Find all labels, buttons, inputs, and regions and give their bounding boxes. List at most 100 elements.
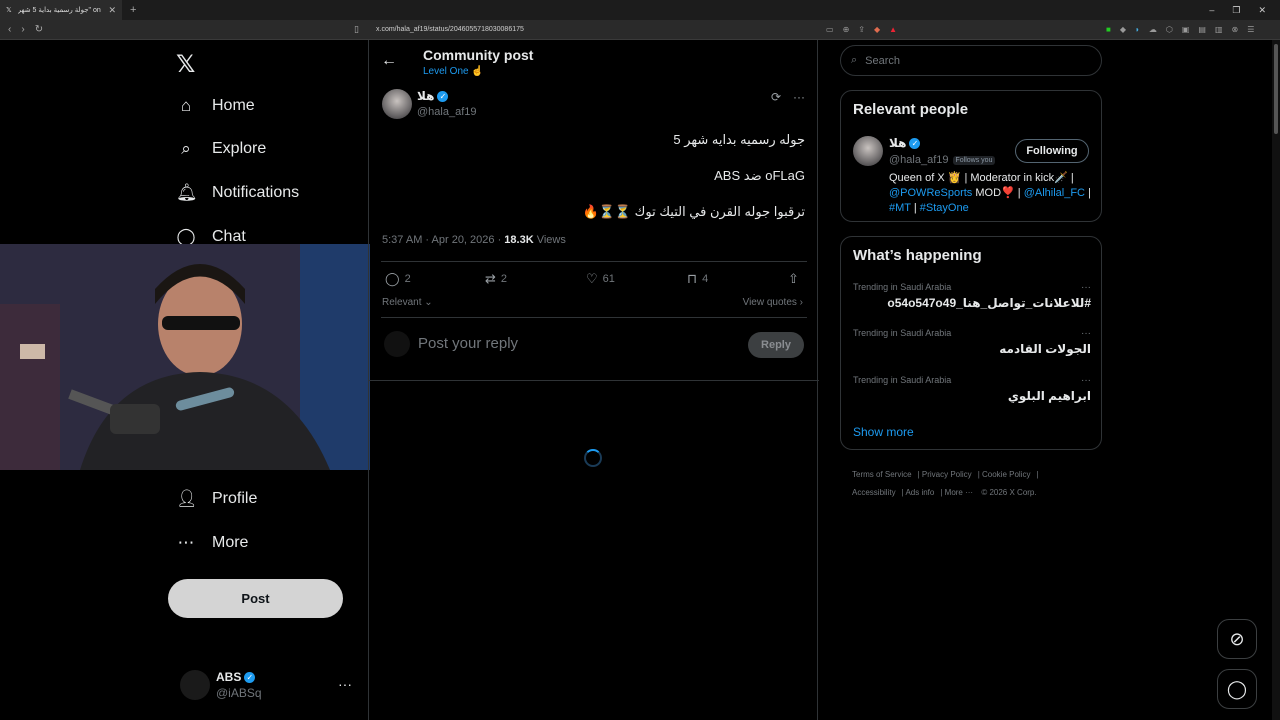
- footer-link[interactable]: Privacy Policy: [922, 470, 972, 479]
- bio-link[interactable]: @POWReSports: [889, 187, 972, 199]
- bio-link[interactable]: #StayOne: [920, 202, 969, 214]
- grok-icon: ⊘: [1229, 628, 1245, 649]
- account-name-row: ABS ✓: [216, 670, 256, 684]
- extension-icon[interactable]: ☁: [1149, 25, 1157, 34]
- footer-link[interactable]: More ···: [945, 488, 973, 497]
- nav-explore[interactable]: ⌕ Explore: [176, 139, 266, 159]
- grok-icon[interactable]: ⟳: [771, 90, 781, 104]
- extension-icon[interactable]: ☰: [1247, 25, 1254, 34]
- bell-icon: 🔔︎: [176, 183, 198, 202]
- bookmark-action[interactable]: ⊓ 4: [687, 271, 708, 287]
- reply-icon: ◯: [385, 271, 400, 286]
- more-dots-icon[interactable]: ···: [1081, 375, 1091, 386]
- screen-icon[interactable]: ▭: [826, 25, 834, 34]
- post-meta: 5:37 AM · Apr 20, 2026 · 18.3K Views: [382, 234, 566, 246]
- scrollbar[interactable]: [1272, 40, 1280, 720]
- x-logo-icon[interactable]: 𝕏: [176, 50, 195, 79]
- browser-tab[interactable]: 𝕏 جولة رسمية بداية 5 شهر" on X هلا ✕: [0, 0, 122, 20]
- more-dots-icon[interactable]: ···: [793, 90, 805, 104]
- extension-icon[interactable]: ◆: [1120, 25, 1126, 34]
- extension-icon[interactable]: ▣: [1182, 25, 1190, 34]
- post-author-name: هلا: [417, 89, 435, 103]
- sort-label: Relevant: [382, 297, 422, 308]
- url-field[interactable]: x.com/hala_af19/status/20460557180300861…: [376, 26, 524, 33]
- maximize-icon[interactable]: ❐: [1232, 5, 1240, 16]
- panel-title: What’s happening: [853, 247, 982, 264]
- grok-button[interactable]: ⊘: [1217, 619, 1257, 659]
- post-button[interactable]: Post: [168, 579, 343, 618]
- account-switcher[interactable]: ABS ✓ @iABSq ···: [180, 668, 352, 704]
- post-author-row[interactable]: هلا ✓: [417, 89, 449, 103]
- close-window-icon[interactable]: ✕: [1258, 5, 1266, 16]
- post-author-handle[interactable]: @hala_af19: [417, 106, 477, 118]
- search-icon: ⌕: [181, 139, 191, 158]
- more-dots-icon[interactable]: ···: [1081, 282, 1091, 293]
- bookmark-page-icon[interactable]: ▯: [354, 24, 359, 35]
- more-dots-icon[interactable]: ···: [338, 676, 352, 692]
- person-name-row[interactable]: هلا ✓: [889, 136, 921, 150]
- share-icon[interactable]: ⇪: [858, 25, 865, 34]
- avatar[interactable]: [853, 136, 883, 166]
- more-dots-icon[interactable]: ···: [1081, 328, 1091, 339]
- more-circle-icon: ⋯: [177, 533, 195, 552]
- trend-item[interactable]: Trending in Saudi Arabia ··· الجولات الق…: [853, 328, 1091, 356]
- chevron-right-icon: ›: [796, 297, 803, 308]
- loading-spinner-icon: [584, 449, 602, 467]
- trend-item[interactable]: Trending in Saudi Arabia ··· #للاعلانات_…: [853, 282, 1091, 310]
- bio-link[interactable]: @Alhilal_FC: [1024, 187, 1085, 199]
- share-action[interactable]: ⇧: [788, 271, 799, 287]
- shield-icon[interactable]: ◆: [874, 25, 880, 34]
- tab-title: جولة رسمية بداية 5 شهر" on X هلا: [17, 7, 103, 14]
- repost-icon: ⇄: [485, 271, 496, 286]
- new-tab-icon[interactable]: +: [130, 4, 136, 16]
- views-count: 18.3K: [504, 234, 534, 246]
- following-button[interactable]: Following: [1015, 139, 1089, 163]
- back-icon[interactable]: ‹: [8, 24, 11, 35]
- minimize-icon[interactable]: –: [1209, 5, 1214, 16]
- nav-notifications[interactable]: 🔔︎ Notifications: [176, 183, 299, 203]
- reply-action[interactable]: ◯ 2: [385, 271, 411, 287]
- zoom-icon[interactable]: ⊕: [843, 25, 850, 34]
- close-tab-icon[interactable]: ✕: [108, 5, 116, 16]
- view-quotes-label: View quotes: [742, 297, 797, 308]
- repost-action[interactable]: ⇄ 2: [485, 271, 507, 287]
- nav-profile[interactable]: 👤︎ Profile: [176, 489, 257, 509]
- view-quotes-link[interactable]: View quotes ›: [743, 297, 803, 308]
- person-handle[interactable]: @hala_af19: [889, 154, 949, 166]
- reply-input[interactable]: Post your reply: [418, 335, 518, 352]
- show-more-link[interactable]: Show more: [853, 425, 914, 439]
- verified-icon: ✓: [909, 138, 921, 150]
- footer-link[interactable]: Accessibility: [852, 488, 896, 497]
- footer-link[interactable]: Cookie Policy: [982, 470, 1030, 479]
- avatar[interactable]: [382, 89, 412, 119]
- extension-icon[interactable]: ▥: [1215, 25, 1223, 34]
- forward-icon[interactable]: ›: [21, 24, 24, 35]
- extension-icon[interactable]: ◗: [1135, 25, 1140, 34]
- whats-happening-panel: What’s happening Trending in Saudi Arabi…: [840, 236, 1102, 450]
- messages-button[interactable]: ◯: [1217, 669, 1257, 709]
- search-icon: ⌕: [851, 54, 858, 66]
- extension-icon[interactable]: ⊗: [1232, 25, 1239, 34]
- sort-replies-dropdown[interactable]: Relevant ⌄: [382, 297, 433, 308]
- extension-icon[interactable]: ⬡: [1166, 25, 1173, 34]
- post-actions: ◯ 2 ⇄ 2 ♡ 61 ⊓ 4 ⇧: [383, 271, 803, 287]
- message-icon: ◯: [1226, 678, 1248, 699]
- bio-link[interactable]: #MT: [889, 202, 911, 214]
- post-timestamp[interactable]: 5:37 AM · Apr 20, 2026 ·: [382, 234, 504, 246]
- reply-button[interactable]: Reply: [748, 332, 804, 358]
- back-arrow-icon[interactable]: ←: [381, 52, 397, 70]
- nav-more[interactable]: ⋯ More: [176, 533, 249, 553]
- community-link[interactable]: Level One ☝️: [423, 66, 484, 77]
- alert-icon[interactable]: ▲: [889, 25, 897, 34]
- footer-link[interactable]: Ads info: [905, 488, 934, 497]
- nav-home[interactable]: ⌂ Home: [176, 96, 255, 116]
- footer-link[interactable]: Terms of Service: [852, 470, 912, 479]
- reload-icon[interactable]: ↻: [35, 24, 43, 35]
- like-action[interactable]: ♡ 61: [586, 271, 615, 287]
- extension-icon[interactable]: ■: [1106, 25, 1111, 34]
- scrollbar-thumb[interactable]: [1274, 44, 1278, 134]
- nav-label: Home: [212, 97, 255, 114]
- search-input[interactable]: ⌕ Search: [840, 45, 1102, 76]
- extension-icon[interactable]: ▤: [1198, 25, 1206, 34]
- trend-item[interactable]: Trending in Saudi Arabia ··· ابراهيم الب…: [853, 375, 1091, 403]
